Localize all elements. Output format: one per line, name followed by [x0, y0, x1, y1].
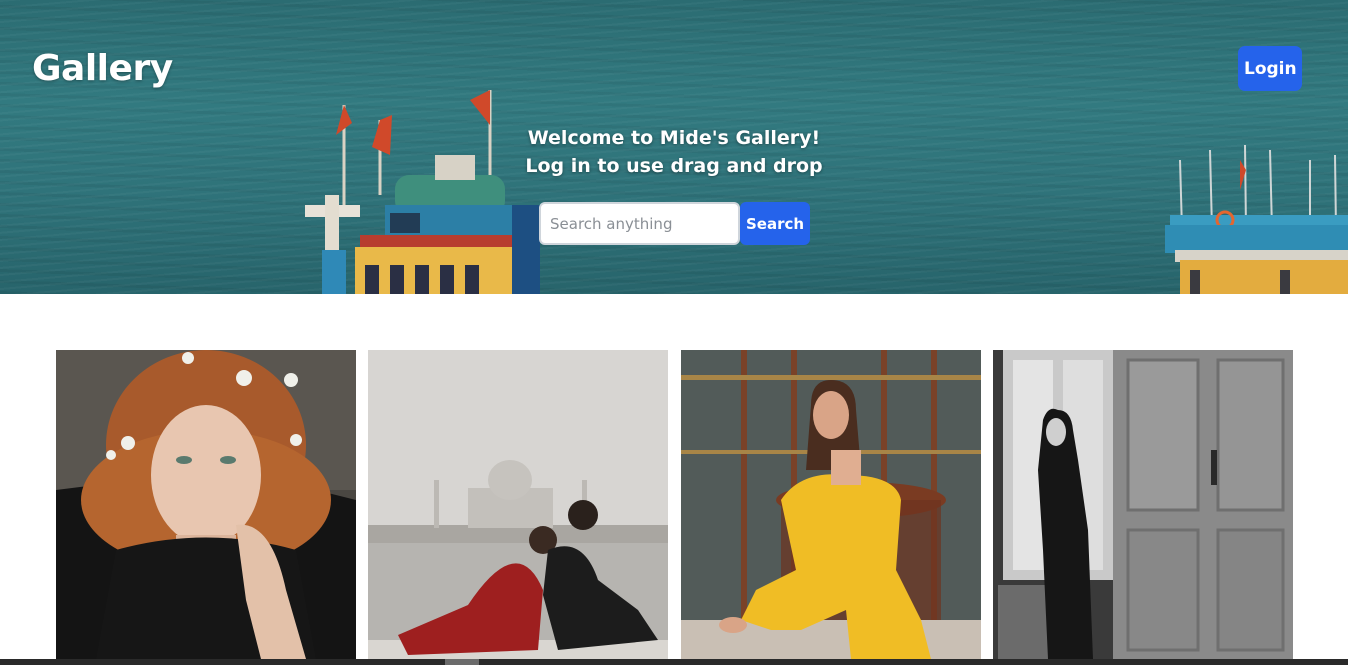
photo-woman-yellow-suit	[681, 350, 981, 659]
search-input[interactable]	[539, 202, 740, 245]
welcome-message: Welcome to Mide's Gallery! Log in to use…	[474, 124, 874, 180]
search-button[interactable]: Search	[740, 202, 810, 245]
gallery-photo-2[interactable]	[368, 350, 668, 659]
boat-right-image	[1165, 144, 1348, 294]
gallery-photo-4[interactable]	[993, 350, 1293, 659]
photo-woman-by-window	[993, 350, 1293, 659]
photo-couple-taj-mahal	[368, 350, 668, 659]
photo-curly-hair-man	[56, 350, 356, 659]
photo-gallery	[56, 350, 1293, 659]
scrollbar-thumb[interactable]	[445, 659, 479, 665]
boat-left-image	[305, 90, 540, 294]
gallery-photo-1[interactable]	[56, 350, 356, 659]
horizontal-scrollbar[interactable]	[0, 659, 1348, 665]
welcome-line-1: Welcome to Mide's Gallery!	[527, 127, 821, 149]
hero-banner: Gallery Login Welcome to Mide's Gallery!…	[0, 0, 1348, 294]
login-button[interactable]: Login	[1238, 46, 1302, 91]
welcome-line-2: Log in to use drag and drop	[525, 155, 823, 177]
gallery-photo-3[interactable]	[681, 350, 981, 659]
brand-title: Gallery	[32, 48, 173, 89]
